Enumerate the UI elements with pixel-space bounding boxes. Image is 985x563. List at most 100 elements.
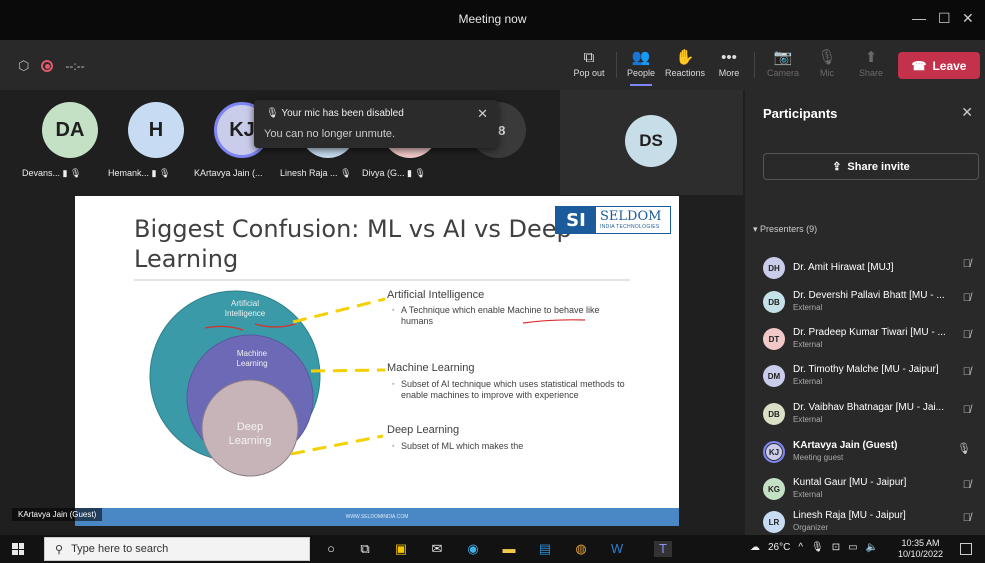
participant-name: Dr. Devershi Pallavi Bhatt [MU - ... (793, 290, 945, 301)
share-invite-button[interactable]: ⇪ Share invite (763, 153, 979, 180)
slide-footer: WWW.SELDOMINDIA.COM (75, 508, 679, 526)
avatar: LR (763, 511, 785, 533)
mic-off-icon: 🎙 (817, 49, 837, 66)
minimize-button[interactable]: — (912, 10, 926, 26)
mic-off-icon: 🎙̸ (962, 404, 971, 416)
section-bullet: Subset of ML which makes the (392, 441, 631, 452)
leave-button[interactable]: ☎ Leave (898, 52, 980, 79)
close-button[interactable]: ✕ (962, 10, 974, 27)
mic-icon[interactable]: 🎙 (811, 542, 824, 553)
file-explorer-icon[interactable]: ▬ (500, 541, 518, 557)
spotlight-tile[interactable]: DS (560, 90, 743, 195)
maximize-button[interactable]: ☐ (938, 10, 951, 27)
system-tray: ☁ 26°C ^ 🎙 ⊡ ▭ 🔈 (750, 542, 878, 553)
participant-row[interactable]: KJ KArtavya Jain (Guest) Meeting guest 🎙 (761, 438, 979, 470)
people-button[interactable]: 👥 People (618, 48, 664, 86)
chevron-up-icon[interactable]: ^ (798, 542, 803, 553)
edge-icon[interactable]: ◉ (464, 541, 482, 557)
participant-role: External (793, 340, 823, 349)
participant-row[interactable]: DM Dr. Timothy Malche [MU - Jaipur] Exte… (761, 362, 979, 394)
share-icon: ⬆ (864, 49, 878, 66)
section-bullet: A Technique which enable Machine to beha… (392, 305, 631, 327)
mic-off-icon: 🎙̸ (962, 292, 971, 304)
store-icon[interactable]: ▣ (392, 541, 410, 557)
notification-icon[interactable] (960, 543, 972, 555)
share-button[interactable]: ⬆ Share (848, 48, 894, 78)
search-icon: ⚲ (55, 543, 64, 556)
presenters-section[interactable]: ▾ Presenters (9) (753, 224, 817, 235)
participant-row[interactable]: DB Dr. Vaibhav Bhatnagar [MU - Jai... Ex… (761, 400, 979, 432)
mic-off-icon: 🎙 (414, 168, 426, 178)
chevron-down-icon: ▾ (753, 224, 758, 234)
chrome-icon[interactable]: ◍ (572, 541, 590, 557)
mic-off-icon: 🎙̸ (962, 512, 971, 524)
participant-name: Dr. Amit Hirawat [MUJ] (793, 262, 894, 273)
reactions-button[interactable]: ✋ Reactions (662, 48, 708, 78)
windows-taskbar: ⚲ Type here to search ○ ⧉ ▣ ✉ ◉ ▬ ▤ ◍ W … (0, 535, 985, 563)
pop-out-icon: ⧉ (583, 49, 595, 66)
mic-on-icon: 🎙 (957, 443, 971, 455)
video-tile[interactable]: H Hemank... ▮ 🎙 (108, 102, 198, 190)
seldom-logo: SI SELDOM INDIA TECHNOLOGIES (555, 206, 671, 234)
recording-icon (41, 60, 54, 72)
circle-label-dl: Deep Learning (228, 421, 272, 447)
participant-row[interactable]: DH Dr. Amit Hirawat [MUJ] 🎙̸ (761, 254, 979, 286)
mic-off-icon: 🎙̸ (962, 258, 971, 270)
pop-out-button[interactable]: ⧉ Pop out (566, 48, 612, 78)
avatar: H (128, 102, 184, 158)
mic-off-icon: 🎙 (159, 168, 171, 178)
section-heading: Deep Learning (387, 424, 460, 436)
volume-icon[interactable]: 🔈 (866, 542, 878, 553)
participant-row[interactable]: DT Dr. Pradeep Kumar Tiwari [MU - ... Ex… (761, 325, 979, 357)
camera-off-icon: ▮ (62, 168, 68, 178)
participant-row[interactable]: DB Dr. Devershi Pallavi Bhatt [MU - ... … (761, 288, 979, 320)
participant-role: External (793, 415, 823, 424)
outlook-icon[interactable]: ▤ (536, 541, 554, 557)
participant-role: Organizer (793, 523, 829, 532)
toast-message: You can no longer unmute. (264, 128, 396, 140)
mic-off-icon: 🎙̸ (962, 366, 971, 378)
meeting-toolbar: ⬡ --:-- ⧉ Pop out 👥 People ✋ Reactions ••• M… (0, 40, 985, 90)
video-tile[interactable]: DA Devans... ▮ 🎙 (22, 102, 112, 190)
logo-mark: SI (556, 207, 596, 233)
windows-start-icon[interactable] (12, 543, 24, 555)
participant-role: External (793, 303, 823, 312)
shared-content-stage: Biggest Confusion: ML vs AI vs Deep Lear… (0, 195, 743, 535)
more-button[interactable]: ••• More (706, 48, 752, 78)
participants-panel: Participants ✕ ⇪ Share invite ▾ Presente… (745, 90, 985, 535)
tile-name: KArtavya Jain (... (194, 168, 263, 178)
weather-temp[interactable]: 26°C (768, 542, 790, 553)
battery-icon[interactable]: ▭ (848, 542, 857, 553)
participant-role: External (793, 490, 823, 499)
participant-row[interactable]: KG Kuntal Gaur [MU - Jaipur] External 🎙̸ (761, 475, 979, 507)
section-heading: Machine Learning (387, 362, 475, 374)
weather-icon: ☁ (750, 542, 760, 553)
taskbar-clock[interactable]: 10:35 AM 10/10/2022 (898, 538, 943, 560)
mic-off-icon: 🎙 (70, 168, 82, 178)
participant-name: Linesh Raja [MU - Jaipur] (793, 510, 906, 521)
network-icon[interactable]: ⊡ (832, 542, 840, 553)
slide-title: Biggest Confusion: ML vs AI vs Deep Lear… (134, 215, 572, 273)
avatar: DM (763, 365, 785, 387)
mic-button[interactable]: 🎙 Mic (804, 48, 850, 78)
cortana-icon[interactable]: ○ (322, 541, 340, 557)
taskbar-search[interactable]: ⚲ Type here to search (44, 537, 310, 561)
participant-name: Kuntal Gaur [MU - Jaipur] (793, 477, 907, 488)
close-icon[interactable]: ✕ (477, 106, 488, 122)
participant-role: Meeting guest (793, 453, 844, 462)
meeting-timer: --:-- (65, 59, 85, 73)
reactions-icon: ✋ (675, 49, 695, 66)
section-heading: Artificial Intelligence (387, 289, 485, 301)
circle-label-ai: Artificial Intelligence (224, 299, 266, 318)
task-view-icon[interactable]: ⧉ (356, 541, 374, 557)
avatar: DT (763, 328, 785, 350)
phone-hangup-icon: ☎ (911, 58, 927, 73)
avatar: DA (42, 102, 98, 158)
camera-off-icon: ▮ (407, 168, 412, 178)
close-icon[interactable]: ✕ (961, 104, 973, 121)
camera-button[interactable]: 📷 Camera (760, 48, 806, 78)
mail-icon[interactable]: ✉ (428, 541, 446, 557)
people-icon: 👥 (631, 49, 651, 66)
word-icon[interactable]: W (608, 541, 626, 557)
teams-icon[interactable]: T (654, 541, 672, 557)
